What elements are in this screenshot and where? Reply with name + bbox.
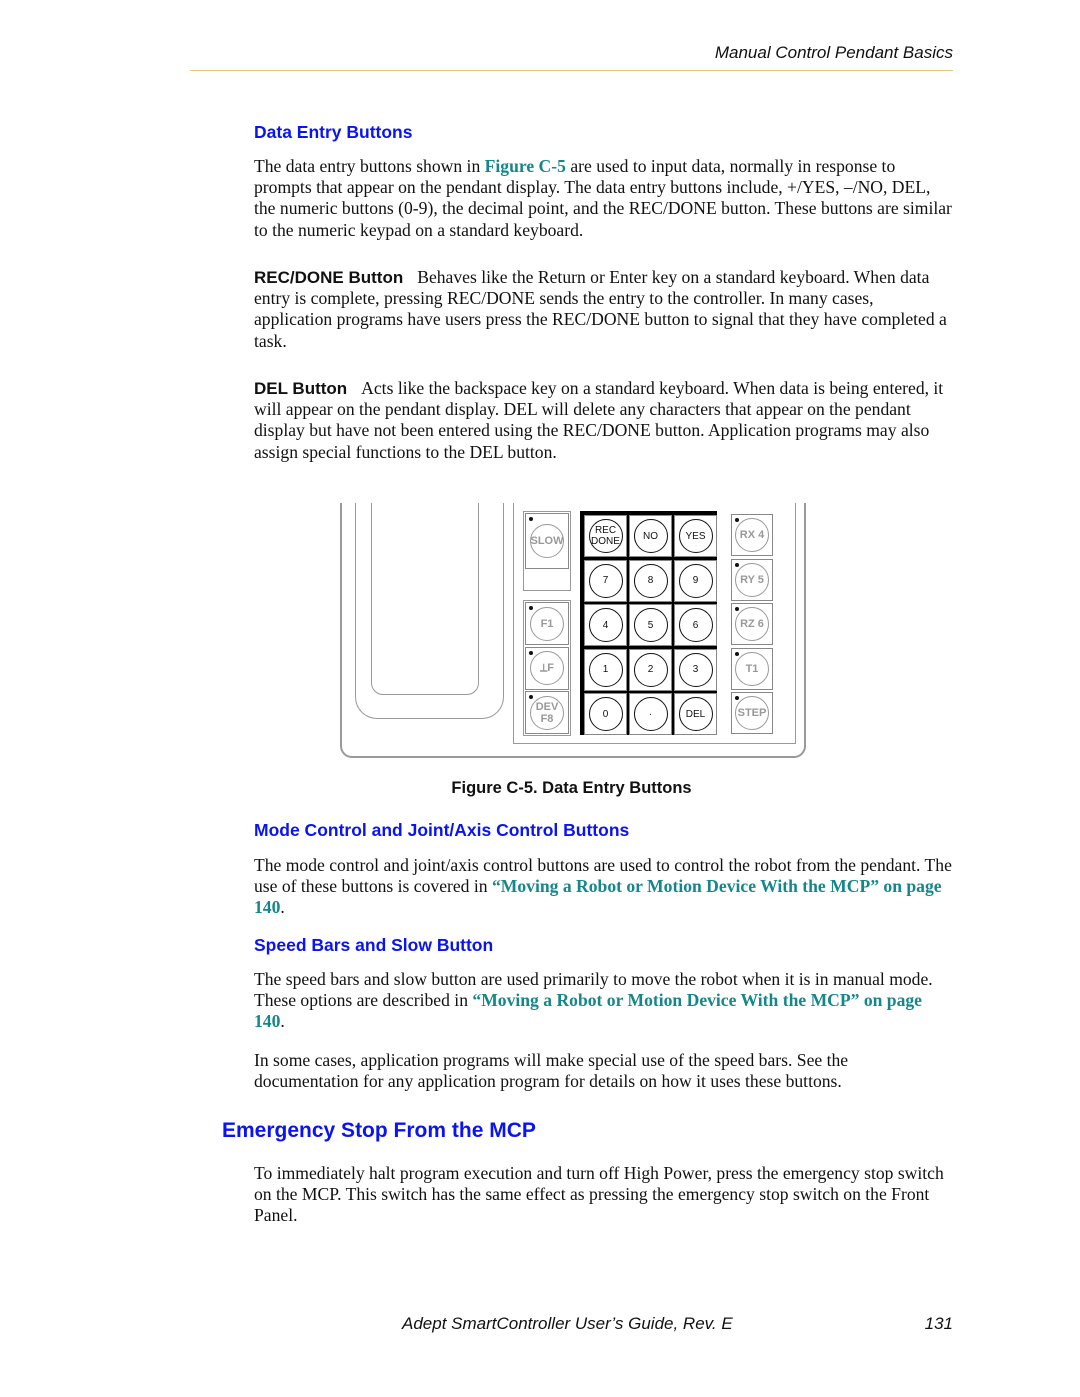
keypad-button[interactable]: 3 [674,648,717,691]
text: The data entry buttons shown in [254,156,485,176]
led-indicator [529,606,533,610]
figure-caption: Figure C-5. Data Entry Buttons [451,779,692,797]
page: Manual Control Pendant Basics Data Entry… [0,0,1080,1397]
text: Acts like the backspace key on a standar… [254,378,944,462]
keypad-button[interactable]: STEP [731,692,773,734]
button-label: T1 [735,651,769,686]
keypad-button[interactable]: 6 [674,604,717,646]
keypad-button[interactable]: DEL [674,693,717,735]
run-in-label: REC/DONE Button [254,268,404,287]
paragraph-del: DEL Button Acts like the backspace key on… [254,378,954,463]
keypad-button[interactable]: 5 [629,604,672,646]
button-label: RX 4 [735,518,769,552]
keypad-button[interactable]: 2 [629,648,672,691]
paragraph: To immediately halt program execution an… [254,1163,944,1226]
keypad-button[interactable]: 4 [584,604,627,646]
keypad-button[interactable]: 8 [629,559,672,602]
led-indicator [529,695,533,699]
keypad-button[interactable]: 1 [584,648,627,691]
button-label: 5 [633,608,668,642]
footer-title: Adept SmartController User’s Guide, Rev.… [402,1314,733,1333]
button-label: REC DONE [588,519,623,553]
keypad-button[interactable]: NO [629,515,672,557]
button-label: 9 [678,563,713,598]
paragraph: The mode control and joint/axis control … [254,855,954,919]
page-number: 131 [924,1314,953,1333]
keypad-button[interactable]: RX 4 [731,514,773,556]
button-label: 1 [588,652,623,687]
paragraph-rec: REC/DONE Button Behaves like the Return o… [254,267,954,352]
button-label: 7 [588,563,623,598]
paragraph: The speed bars and slow button are used … [254,969,954,1033]
heading-estop: Emergency Stop From the MCP [222,1119,536,1142]
link-figure[interactable]: Figure C-5 [485,156,566,176]
button-label: NO [633,519,668,553]
heading-data-entry: Data Entry Buttons [254,122,413,142]
keypad-button[interactable]: · [629,693,672,735]
button-label: ⟂F [530,651,564,685]
button-label: RZ 6 [735,607,769,641]
keypad-button[interactable]: ⟂F [525,646,569,690]
led-indicator [735,518,739,522]
button-label: STEP [735,696,769,730]
button-label: · [633,697,668,731]
button-label: 8 [633,563,668,598]
keypad-button[interactable]: RY 5 [731,558,773,601]
led-indicator [735,562,739,567]
keypad-button[interactable]: F1 [525,602,569,645]
button-label: RY 5 [735,562,769,597]
led-indicator [735,607,739,611]
button-label: F1 [530,606,564,641]
button-label: SLOW [530,524,564,558]
led-indicator [529,650,533,655]
led-indicator [735,696,739,700]
button-label: 2 [633,652,668,687]
keypad-button[interactable]: YES [674,515,717,557]
keypad-button[interactable]: 7 [584,559,627,602]
header-rule [190,70,953,71]
keypad-button[interactable]: 0 [584,693,627,735]
button-label: DEL [678,697,713,731]
keypad-button[interactable]: T1 [731,647,773,690]
paragraph: In some cases, application programs will… [254,1050,849,1092]
button-label: DEV F8 [530,695,564,730]
keypad-button[interactable]: SLOW [525,513,569,569]
keypad-button[interactable]: 9 [674,559,717,602]
button-label: YES [678,519,713,553]
paragraph: The data entry buttons shown in Figure C… [254,156,954,241]
text: . [280,1011,285,1032]
keypad-button[interactable]: REC DONE [584,515,627,557]
keypad-button[interactable]: RZ 6 [731,603,773,645]
text: . [280,897,285,918]
heading-speed: Speed Bars and Slow Button [254,935,494,955]
button-label: 6 [678,608,713,642]
button-label: 3 [678,652,713,687]
led-indicator [735,651,739,656]
display-inner [371,503,479,695]
run-in-label: DEL Button [254,379,348,398]
running-header: Manual Control Pendant Basics [714,43,953,62]
led-indicator [529,517,533,521]
button-label: 0 [588,697,623,731]
keypad-button[interactable]: DEV F8 [525,691,569,734]
heading-mode: Mode Control and Joint/Axis Control Butt… [254,820,630,840]
button-label: 4 [588,608,623,642]
